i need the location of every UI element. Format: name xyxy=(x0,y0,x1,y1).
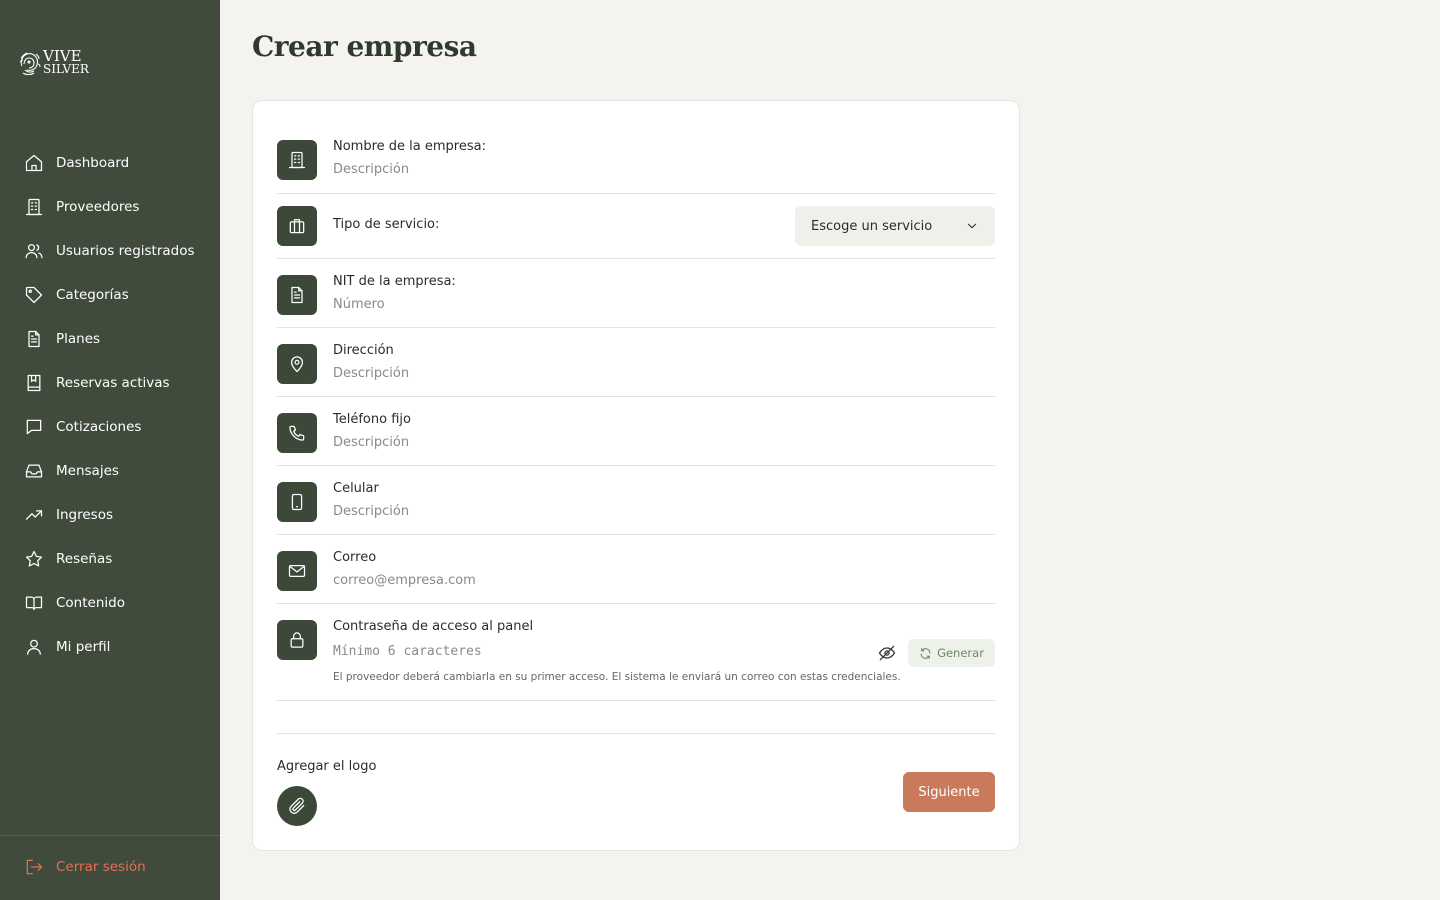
refresh-icon xyxy=(920,647,931,659)
building-icon xyxy=(277,140,317,180)
user-icon xyxy=(24,637,44,657)
sidebar: VIVE SILVER Dashboard Proveedores Usuari… xyxy=(0,0,220,900)
brand-wordmark: VIVE SILVER xyxy=(43,49,89,76)
sidebar-item-label: Usuarios registrados xyxy=(56,243,195,259)
generate-password-button[interactable]: Generar xyxy=(908,639,995,667)
service-type-select[interactable]: Escoge un servicio xyxy=(795,206,995,246)
nit-input[interactable] xyxy=(333,297,995,312)
briefcase-icon xyxy=(277,206,317,246)
landline-label: Teléfono fijo xyxy=(333,412,411,427)
address-label: Dirección xyxy=(333,343,394,358)
sidebar-item-reservas[interactable]: Reservas activas xyxy=(0,361,220,405)
landline-row: Teléfono fijo xyxy=(277,412,995,466)
company-name-input[interactable] xyxy=(333,162,995,177)
lock-icon xyxy=(277,620,317,660)
sidebar-item-categorias[interactable]: Categorías xyxy=(0,273,220,317)
logout-icon xyxy=(26,859,43,875)
service-type-value: Escoge un servicio xyxy=(811,218,933,234)
attach-logo-button[interactable] xyxy=(277,786,317,826)
sidebar-item-label: Proveedores xyxy=(56,199,140,215)
address-row: Dirección xyxy=(277,343,995,397)
sidebar-item-label: Contenido xyxy=(56,595,125,611)
chat-bubble-icon xyxy=(24,417,44,437)
sidebar-divider xyxy=(0,835,220,836)
sidebar-item-ingresos[interactable]: Ingresos xyxy=(0,493,220,537)
email-row: Correo xyxy=(277,550,995,604)
sidebar-nav: Dashboard Proveedores Usuarios registrad… xyxy=(0,141,220,669)
mail-icon xyxy=(277,551,317,591)
sidebar-item-cotizaciones[interactable]: Cotizaciones xyxy=(0,405,220,449)
inbox-icon xyxy=(24,461,44,481)
sidebar-item-label: Mi perfil xyxy=(56,639,111,655)
landline-input[interactable] xyxy=(333,435,995,450)
next-button[interactable]: Siguiente xyxy=(903,772,995,812)
brand-line-2: SILVER xyxy=(43,62,89,76)
map-pin-icon xyxy=(277,344,317,384)
building-icon xyxy=(24,197,44,217)
sidebar-item-dashboard[interactable]: Dashboard xyxy=(0,141,220,185)
document-icon xyxy=(277,275,317,315)
address-input[interactable] xyxy=(333,366,995,381)
logout-label: Cerrar sesión xyxy=(56,859,146,875)
sidebar-item-label: Ingresos xyxy=(56,507,113,523)
logout-button[interactable]: Cerrar sesión xyxy=(24,857,146,877)
brand-logo[interactable]: VIVE SILVER xyxy=(18,48,89,78)
nit-row: NIT de la empresa: xyxy=(277,274,995,328)
sidebar-item-usuarios[interactable]: Usuarios registrados xyxy=(0,229,220,273)
mobile-input[interactable] xyxy=(333,504,995,519)
tag-icon xyxy=(24,285,44,305)
home-icon xyxy=(24,153,44,173)
company-name-label: Nombre de la empresa: xyxy=(333,139,486,154)
trending-up-icon xyxy=(24,505,44,525)
sidebar-item-mensajes[interactable]: Mensajes xyxy=(0,449,220,493)
password-input[interactable] xyxy=(333,644,853,659)
page-title: Crear empresa xyxy=(252,30,477,63)
email-input[interactable] xyxy=(333,573,995,588)
sidebar-item-label: Categorías xyxy=(56,287,129,303)
company-name-row: Nombre de la empresa: xyxy=(277,139,995,194)
phone-icon xyxy=(277,413,317,453)
email-label: Correo xyxy=(333,550,377,565)
sidebar-item-resenas[interactable]: Reseñas xyxy=(0,537,220,581)
mobile-label: Celular xyxy=(333,481,379,496)
sidebar-item-label: Planes xyxy=(56,331,101,347)
sidebar-item-label: Reservas activas xyxy=(56,375,170,391)
chevron-down-icon xyxy=(967,223,977,229)
generate-label: Generar xyxy=(937,646,984,660)
sidebar-item-proveedores[interactable]: Proveedores xyxy=(0,185,220,229)
password-hint: El proveedor deberá cambiarla en su prim… xyxy=(333,671,901,683)
sidebar-item-contenido[interactable]: Contenido xyxy=(0,581,220,625)
sidebar-item-mi-perfil[interactable]: Mi perfil xyxy=(0,625,220,669)
section-divider xyxy=(277,733,995,734)
sidebar-item-label: Dashboard xyxy=(56,155,130,171)
sidebar-item-planes[interactable]: Planes xyxy=(0,317,220,361)
paperclip-icon xyxy=(289,797,305,814)
book-bookmark-icon xyxy=(24,373,44,393)
smartphone-icon xyxy=(277,482,317,522)
nit-label: NIT de la empresa: xyxy=(333,274,456,289)
create-company-form: Nombre de la empresa: Tipo de servicio: … xyxy=(252,100,1020,851)
lion-crest-icon xyxy=(19,52,41,76)
sidebar-item-label: Cotizaciones xyxy=(56,419,142,435)
open-book-icon xyxy=(24,593,44,613)
eye-off-icon[interactable] xyxy=(877,643,897,663)
mobile-row: Celular xyxy=(277,481,995,535)
service-type-row: Tipo de servicio: Escoge un servicio xyxy=(277,206,995,259)
sidebar-item-label: Mensajes xyxy=(56,463,119,479)
document-icon xyxy=(24,329,44,349)
sidebar-item-label: Reseñas xyxy=(56,551,113,567)
password-row: Contraseña de acceso al panel Generar El… xyxy=(277,619,995,701)
users-icon xyxy=(24,241,44,261)
logo-upload-label: Agregar el logo xyxy=(277,759,377,774)
star-icon xyxy=(24,549,44,569)
password-label: Contraseña de acceso al panel xyxy=(333,619,534,634)
